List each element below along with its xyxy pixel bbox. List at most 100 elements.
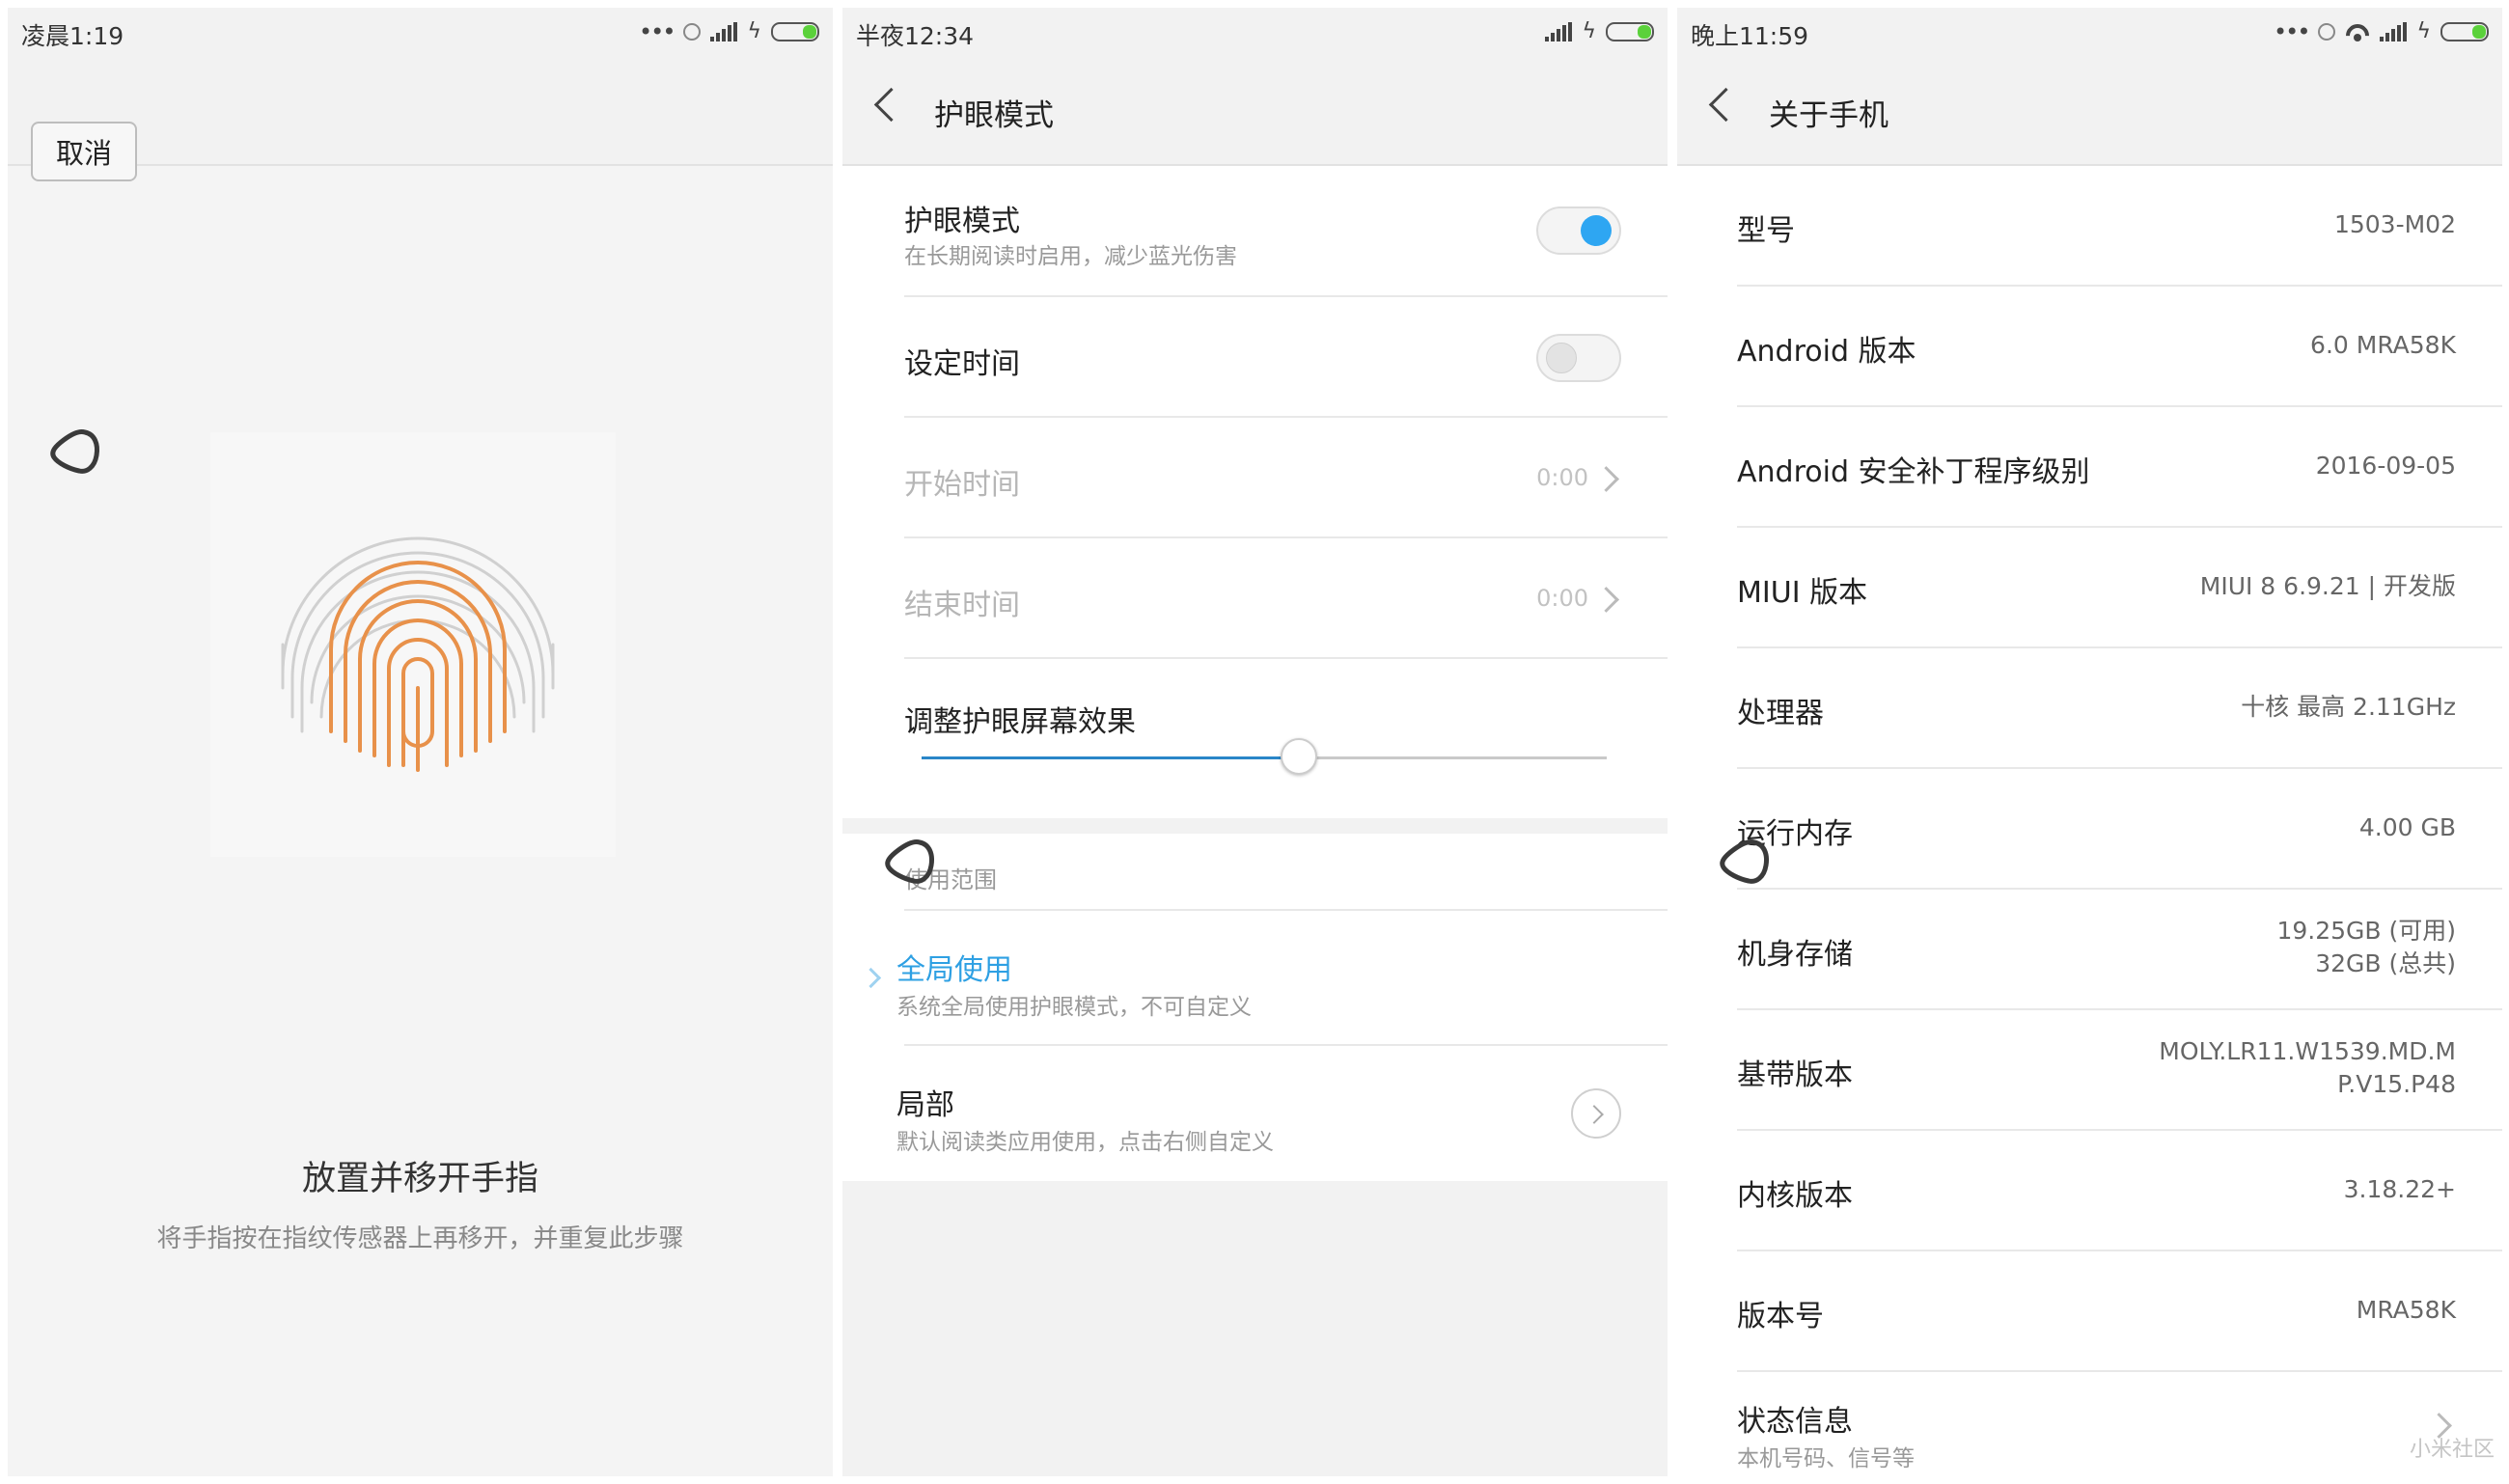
global-option[interactable]: 全局使用 系统全局使用护眼模式，不可自定义 <box>842 911 1668 1046</box>
top-bar: 护眼模式 <box>842 56 1668 166</box>
info-label: Android 版本 <box>1737 335 1916 369</box>
about-phone-screen: 晚上11:59 ••• ϟ 关于手机 型号 1503-M02 Android 版… <box>1677 8 2502 1476</box>
info-label: 型号 <box>1737 214 1795 248</box>
watermark: 小米社区 <box>2409 1438 2495 1462</box>
partial-title: 局部 <box>896 1088 954 1122</box>
eye-mode-title: 护眼模式 <box>904 205 1020 238</box>
charging-icon: ϟ <box>2416 19 2431 43</box>
status-bar: 晚上11:59 ••• ϟ <box>1677 8 2502 56</box>
info-row-model[interactable]: 型号 1503-M02 <box>1677 166 2502 287</box>
info-row-android-version[interactable]: Android 版本 6.0 MRA58K <box>1677 287 2502 407</box>
info-row-storage[interactable]: 机身存储 19.25GB (可用) 32GB (总共) <box>1677 890 2502 1010</box>
info-row-security-patch[interactable]: Android 安全补丁程序级别 2016-09-05 <box>1677 407 2502 528</box>
info-value: 2016-09-05 <box>2315 452 2456 480</box>
info-value-line2: P.V15.P48 <box>2337 1070 2456 1098</box>
effect-slider-fill <box>922 756 1299 759</box>
info-value: MRA58K <box>2356 1296 2456 1324</box>
effect-row: 调整护眼屏幕效果 <box>842 659 1668 818</box>
status-icons: ϟ <box>1545 19 1654 44</box>
back-arrow-icon[interactable] <box>1708 87 1744 123</box>
info-label: 机身存储 <box>1737 938 1853 972</box>
battery-icon <box>2440 22 2489 41</box>
top-bar: 关于手机 <box>1677 56 2502 166</box>
info-label: 处理器 <box>1737 697 1824 730</box>
wifi-icon <box>2345 22 2370 41</box>
end-time-row[interactable]: 结束时间 0:00 <box>842 538 1668 659</box>
info-row-baseband[interactable]: 基带版本 MOLY.LR11.W1539.MD.M P.V15.P48 <box>1677 1010 2502 1131</box>
sync-icon <box>2318 23 2336 41</box>
info-sub: 本机号码、信号等 <box>1737 1446 1915 1471</box>
eye-protection-screen: 半夜12:34 ϟ 护眼模式 护眼模式 在长期阅读时启用，减少蓝光伤害 设定时间… <box>842 8 1668 1476</box>
status-icons: ••• ϟ <box>2274 19 2489 44</box>
info-value: 3.18.22+ <box>2343 1175 2456 1203</box>
section-gap <box>842 818 1668 834</box>
chevron-right-icon <box>1593 587 1619 613</box>
circle-arrow-icon[interactable] <box>1571 1088 1621 1139</box>
global-title: 全局使用 <box>896 953 1012 987</box>
info-value: MIUI 8 6.9.21 | 开发版 <box>2199 572 2456 600</box>
effect-slider-thumb[interactable] <box>1281 738 1317 775</box>
fingerprint-setup-screen: 凌晨1:19 ••• ϟ 取消 放置并移开手指 将手指按在指纹传感器上再移开，并… <box>8 8 833 1476</box>
scope-section-header: 使用范围 <box>842 834 1668 911</box>
page-title: 关于手机 <box>1769 98 1889 133</box>
chevron-right-icon <box>1593 466 1619 492</box>
status-time: 晚上11:59 <box>1691 22 1809 50</box>
eye-mode-subtitle: 在长期阅读时启用，减少蓝光伤害 <box>904 244 1237 269</box>
info-row-processor[interactable]: 处理器 十核 最高 2.11GHz <box>1677 648 2502 769</box>
eye-mode-toggle[interactable] <box>1536 206 1621 255</box>
info-value: 十核 最高 2.11GHz <box>2241 693 2456 721</box>
instruction-subtitle: 将手指按在指纹传感器上再移开，并重复此步骤 <box>156 1224 684 1253</box>
info-row-kernel[interactable]: 内核版本 3.18.22+ <box>1677 1131 2502 1251</box>
global-subtitle: 系统全局使用护眼模式，不可自定义 <box>896 995 1252 1020</box>
info-value-line2: 32GB (总共) <box>2315 949 2456 977</box>
effect-title: 调整护眼屏幕效果 <box>904 705 1136 739</box>
assistive-touch-icon[interactable] <box>879 833 937 891</box>
info-label: MIUI 版本 <box>1737 576 1868 610</box>
battery-icon <box>1606 22 1654 41</box>
partial-option[interactable]: 局部 默认阅读类应用使用，点击右侧自定义 <box>842 1046 1668 1181</box>
end-time-title: 结束时间 <box>904 589 1020 622</box>
status-time: 半夜12:34 <box>856 22 975 50</box>
fingerprint-icon <box>281 536 555 772</box>
assistive-touch-icon[interactable] <box>1714 833 1772 891</box>
schedule-row[interactable]: 设定时间 <box>842 297 1668 418</box>
signal-icon <box>2380 22 2408 41</box>
start-time-row[interactable]: 开始时间 0:00 <box>842 418 1668 538</box>
info-label: 内核版本 <box>1737 1179 1853 1213</box>
charging-icon: ϟ <box>1582 19 1596 43</box>
effect-slider[interactable] <box>922 738 1607 775</box>
schedule-title: 设定时间 <box>904 347 1020 381</box>
page-title: 护眼模式 <box>934 98 1054 133</box>
info-value: 6.0 MRA58K <box>2310 331 2456 359</box>
top-bar: 取消 <box>8 56 833 181</box>
info-row-status[interactable]: 状态信息 本机号码、信号等 <box>1677 1372 2502 1476</box>
charging-icon: ϟ <box>747 19 761 43</box>
signal-icon <box>1545 22 1573 41</box>
info-row-miui-version[interactable]: MIUI 版本 MIUI 8 6.9.21 | 开发版 <box>1677 528 2502 648</box>
status-icons: ••• ϟ <box>639 19 819 44</box>
eye-mode-row[interactable]: 护眼模式 在长期阅读时启用，减少蓝光伤害 <box>842 166 1668 297</box>
partial-subtitle: 默认阅读类应用使用，点击右侧自定义 <box>896 1130 1274 1155</box>
start-time-title: 开始时间 <box>904 468 1020 502</box>
info-label: 状态信息 <box>1737 1405 1853 1439</box>
info-label: 基带版本 <box>1737 1058 1853 1092</box>
info-label: 版本号 <box>1737 1300 1824 1333</box>
info-row-ram[interactable]: 运行内存 4.00 GB <box>1677 769 2502 890</box>
schedule-toggle[interactable] <box>1536 334 1621 382</box>
info-value: 1503-M02 <box>2333 210 2456 238</box>
info-value-line1: MOLY.LR11.W1539.MD.M <box>2159 1037 2456 1065</box>
empty-area <box>842 1181 1668 1476</box>
cancel-button[interactable]: 取消 <box>31 122 137 181</box>
more-dots-icon: ••• <box>639 18 676 45</box>
info-value-line1: 19.25GB (可用) <box>2276 917 2456 945</box>
info-row-build-number[interactable]: 版本号 MRA58K <box>1677 1251 2502 1372</box>
back-arrow-icon[interactable] <box>873 87 909 123</box>
status-bar: 半夜12:34 ϟ <box>842 8 1668 56</box>
status-bar: 凌晨1:19 ••• ϟ <box>8 8 833 56</box>
info-label: Android 安全补丁程序级别 <box>1737 455 2090 489</box>
signal-icon <box>710 22 738 41</box>
start-time-value: 0:00 <box>1536 464 1588 491</box>
info-value: 4.00 GB <box>2358 813 2456 841</box>
assistive-touch-icon[interactable] <box>44 423 102 481</box>
sync-icon <box>683 23 702 41</box>
